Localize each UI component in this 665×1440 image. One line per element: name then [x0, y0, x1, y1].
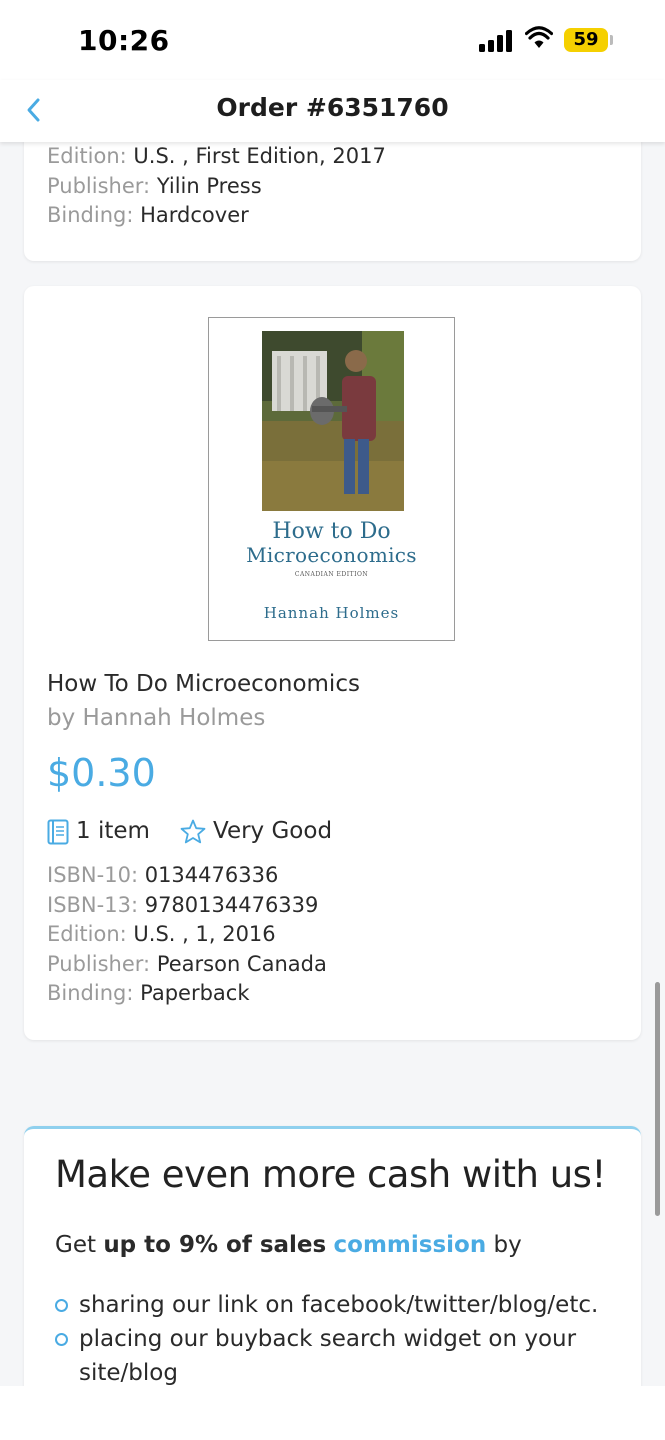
status-time: 10:26: [78, 24, 170, 57]
wifi-icon: [525, 26, 553, 48]
order-item-card: How to Do Microeconomics CANADIAN EDITIO…: [24, 286, 641, 1040]
publisher-label: Publisher:: [47, 952, 151, 976]
isbn10-label: ISBN-10:: [47, 863, 139, 887]
binding-row: Binding: Paperback: [47, 981, 250, 1005]
affiliate-promo-card: Make even more cash with us! Get up to 9…: [24, 1126, 641, 1389]
book-price: $0.30: [47, 751, 156, 795]
promo-text: Get up to 9% of sales commission by: [55, 1232, 522, 1258]
bullet-text: sharing our link on facebook/twitter/blo…: [79, 1292, 599, 1318]
cellular-signal-icon: [479, 30, 513, 52]
cover-edition: CANADIAN EDITION: [294, 571, 369, 579]
book-cover-image[interactable]: How to Do Microeconomics CANADIAN EDITIO…: [208, 317, 455, 641]
edition-row: Edition: U.S. , First Edition, 2017: [47, 144, 386, 168]
isbn13-value: 9780134476339: [144, 893, 319, 917]
navigation-bar: Order #6351760: [0, 80, 665, 142]
binding-label: Binding:: [47, 981, 134, 1005]
bullet-icon: [55, 1299, 68, 1312]
book-title: How To Do Microeconomics: [47, 671, 360, 697]
condition-text: Very Good: [213, 818, 333, 844]
book-icon: [47, 819, 69, 845]
edition-label: Edition:: [47, 922, 127, 946]
publisher-value: Pearson Canada: [156, 952, 327, 976]
binding-value: Paperback: [140, 981, 250, 1005]
commission-link[interactable]: commission: [334, 1232, 487, 1258]
cover-title: How to Do Microeconomics CANADIAN EDITIO…: [209, 519, 454, 579]
isbn10-value: 0134476336: [144, 863, 279, 887]
bullet-text-line1: placing our buyback search widget on you…: [79, 1326, 577, 1352]
publisher-value: Yilin Press: [156, 174, 262, 198]
isbn13-label: ISBN-13:: [47, 893, 139, 917]
scrollbar[interactable]: [655, 982, 660, 1216]
promo-text-get: Get: [55, 1232, 96, 1258]
edition-value: U.S. , 1, 2016: [133, 922, 276, 946]
quantity-text: 1 item: [76, 818, 150, 844]
star-icon: [180, 819, 206, 844]
isbn13-row: ISBN-13: 9780134476339: [47, 893, 318, 917]
cover-title-line2: Microeconomics: [246, 543, 417, 568]
binding-label: Binding:: [47, 203, 134, 227]
isbn10-row: ISBN-10: 0134476336: [47, 863, 278, 887]
promo-title: Make even more cash with us!: [55, 1153, 606, 1196]
promo-text-bold: up to 9% of sales: [103, 1232, 327, 1258]
quantity-condition-row: 1 item Very Good: [47, 816, 447, 850]
publisher-row: Publisher: Pearson Canada: [47, 952, 327, 976]
bullet-text: placing our buyback search widget on you…: [79, 1322, 576, 1390]
bullet-text-line2: site/blog: [79, 1360, 178, 1386]
battery-nub: [610, 35, 613, 45]
cover-title-line1: How to Do: [272, 519, 391, 544]
cover-photo: [262, 331, 404, 511]
edition-row: Edition: U.S. , 1, 2016: [47, 922, 276, 946]
bottom-area: [0, 1386, 665, 1440]
book-author: by Hannah Holmes: [47, 705, 266, 731]
promo-text-by: by: [493, 1232, 522, 1258]
binding-value: Hardcover: [140, 203, 249, 227]
status-bar: 10:26 59: [0, 0, 665, 80]
bullet-icon: [55, 1333, 68, 1346]
cover-author: Hannah Holmes: [263, 604, 400, 622]
battery-indicator: 59: [564, 28, 608, 52]
edition-label: Edition:: [47, 144, 127, 168]
binding-row: Binding: Hardcover: [47, 203, 249, 227]
publisher-label: Publisher:: [47, 174, 151, 198]
edition-value: U.S. , First Edition, 2017: [133, 144, 386, 168]
publisher-row: Publisher: Yilin Press: [47, 174, 262, 198]
page-title: Order #6351760: [216, 93, 449, 122]
